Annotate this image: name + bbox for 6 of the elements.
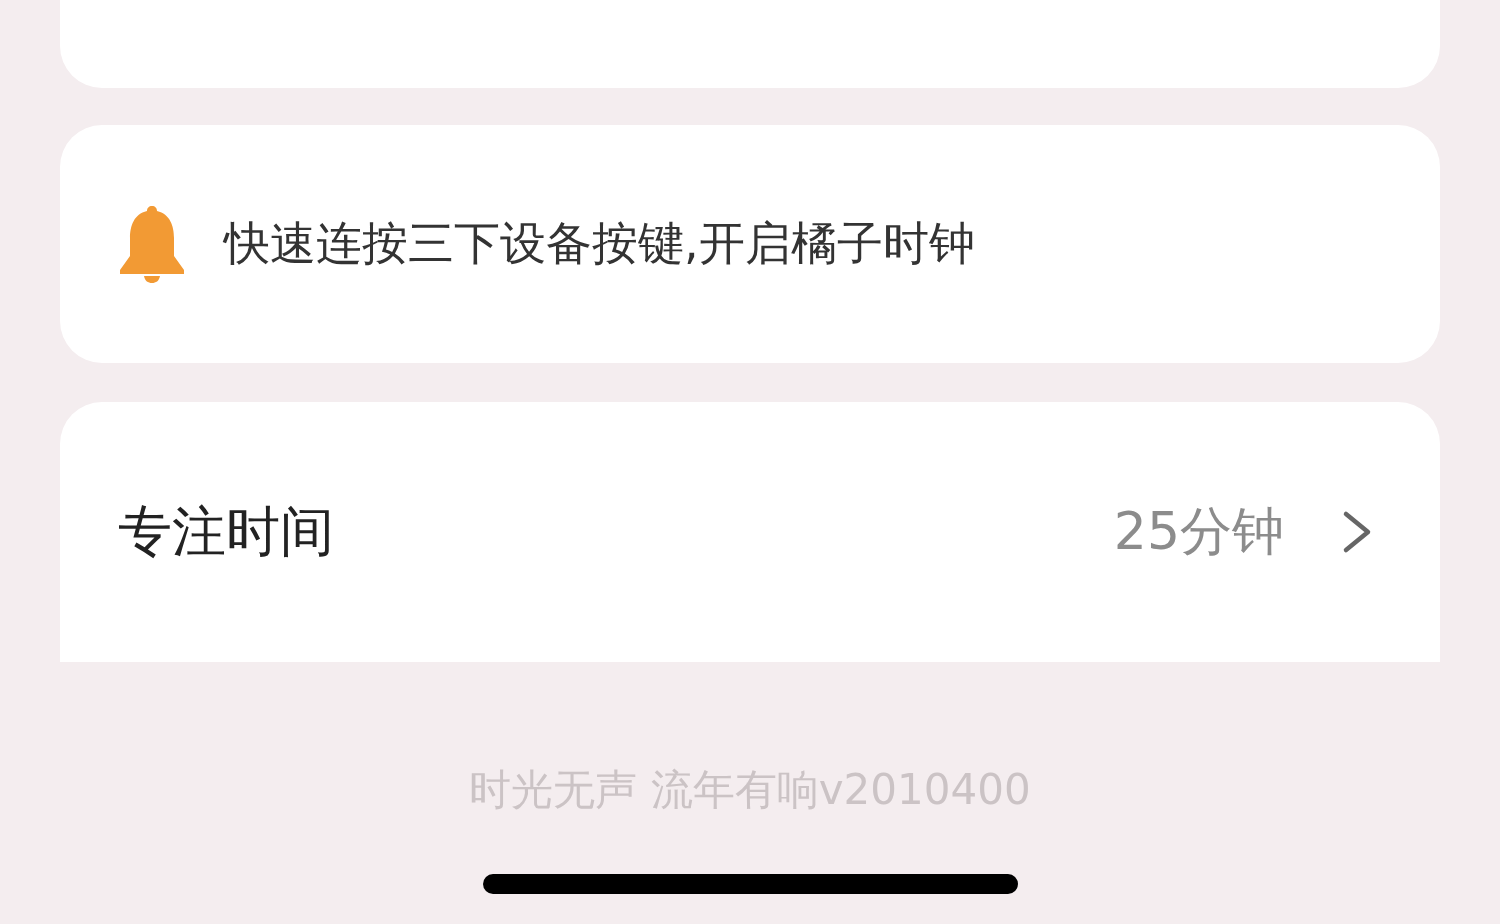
setting-row[interactable]: 专注时间 25分钟	[60, 402, 1440, 662]
chevron-right-icon	[1342, 510, 1372, 554]
notice-text: 快速连按三下设备按键,开启橘子时钟	[224, 215, 975, 272]
bell-icon	[118, 204, 186, 284]
setting-label: 专注时间	[118, 498, 334, 565]
setting-value: 25分钟	[1113, 500, 1284, 563]
